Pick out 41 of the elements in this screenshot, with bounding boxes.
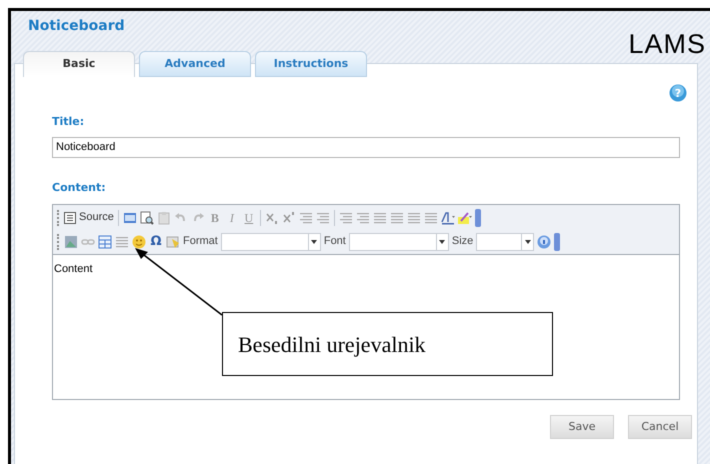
field-label: Title:: [52, 114, 86, 130]
format-dropdown[interactable]: [220, 232, 321, 250]
magnifier-icon[interactable]: [140, 210, 154, 224]
action-button[interactable]: Save: [550, 415, 614, 439]
help-icon[interactable]: [537, 234, 552, 248]
align-left-icon[interactable]: [372, 210, 387, 224]
align-center-icon[interactable]: [390, 210, 404, 224]
font-dropdown[interactable]: [348, 232, 449, 250]
highlight-icon[interactable]: [458, 210, 472, 224]
field-label: Font: [324, 234, 346, 250]
callout-label: Besedilni urejevalnik: [222, 312, 553, 376]
logo: LAMS: [628, 30, 706, 58]
align-right-icon[interactable]: [406, 210, 421, 224]
editor-text[interactable]: Content: [54, 263, 93, 275]
tab[interactable]: Basic: [23, 51, 135, 77]
field-label: Content:: [52, 180, 107, 196]
superscript-icon[interactable]: [282, 210, 296, 224]
document-icon: [64, 212, 76, 224]
field-label: Size: [452, 234, 474, 250]
caret-icon: [311, 240, 318, 244]
page-title: Noticeboard: [28, 17, 125, 36]
image-icon[interactable]: [64, 234, 78, 248]
justify-icon[interactable]: [424, 210, 438, 224]
table-icon[interactable]: [98, 234, 112, 248]
subscript-icon[interactable]: [264, 210, 279, 224]
field-label: Format: [183, 234, 218, 250]
action-button[interactable]: Cancel: [628, 415, 692, 439]
toolbar-collapse-button[interactable]: [554, 232, 560, 250]
special-character-button[interactable]: Ω: [149, 232, 163, 252]
text-color-icon[interactable]: [440, 210, 455, 224]
document-icon[interactable]: [122, 210, 137, 224]
source-button[interactable]: Source: [64, 209, 114, 226]
horizontal-rule-icon[interactable]: [115, 234, 129, 248]
clipboard-icon[interactable]: [156, 210, 171, 224]
tab[interactable]: Advanced: [139, 51, 251, 77]
caret-icon: [524, 240, 531, 244]
smiley-icon[interactable]: [132, 234, 146, 248]
tab[interactable]: Instructions: [255, 51, 367, 77]
toolbar-collapse-button[interactable]: [474, 208, 481, 226]
caret-icon: [439, 240, 446, 244]
title-input[interactable]: Noticeboard: [52, 136, 680, 158]
